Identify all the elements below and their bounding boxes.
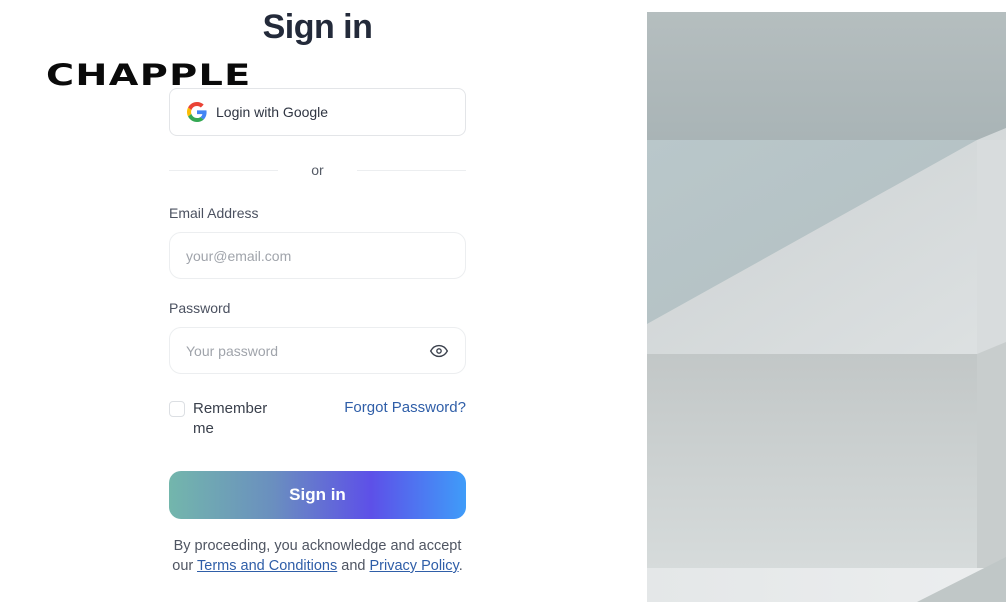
hero-image [647,12,1006,602]
login-with-google-label: Login with Google [216,104,329,120]
password-label: Password [169,300,231,316]
or-divider: or [169,162,466,180]
password-field-wrapper [169,327,466,374]
forgot-password-link[interactable]: Forgot Password? [344,399,466,416]
brand-logo: CHAPPLE [46,58,252,92]
divider-line-right [357,170,466,171]
legal-notice: By proceeding, you acknowledge and accep… [169,536,466,576]
eye-icon[interactable] [429,341,449,361]
remember-me: Remember me [169,399,273,439]
abstract-architecture-illustration [647,12,1006,602]
sign-in-button[interactable]: Sign in [169,471,466,519]
password-input[interactable] [186,342,429,359]
remember-me-checkbox[interactable] [169,401,185,417]
terms-and-conditions-link[interactable]: Terms and Conditions [197,558,337,574]
remember-me-label[interactable]: Remember me [193,399,273,439]
google-g-icon [187,102,207,122]
email-field-wrapper [169,232,466,279]
legal-suffix: . [458,558,463,574]
legal-middle: and [337,558,370,574]
email-input[interactable] [186,247,449,264]
page-title: Sign in [262,8,373,46]
email-label: Email Address [169,205,259,221]
privacy-policy-link[interactable]: Privacy Policy [370,558,459,574]
login-with-google-button[interactable]: Login with Google [169,88,466,136]
